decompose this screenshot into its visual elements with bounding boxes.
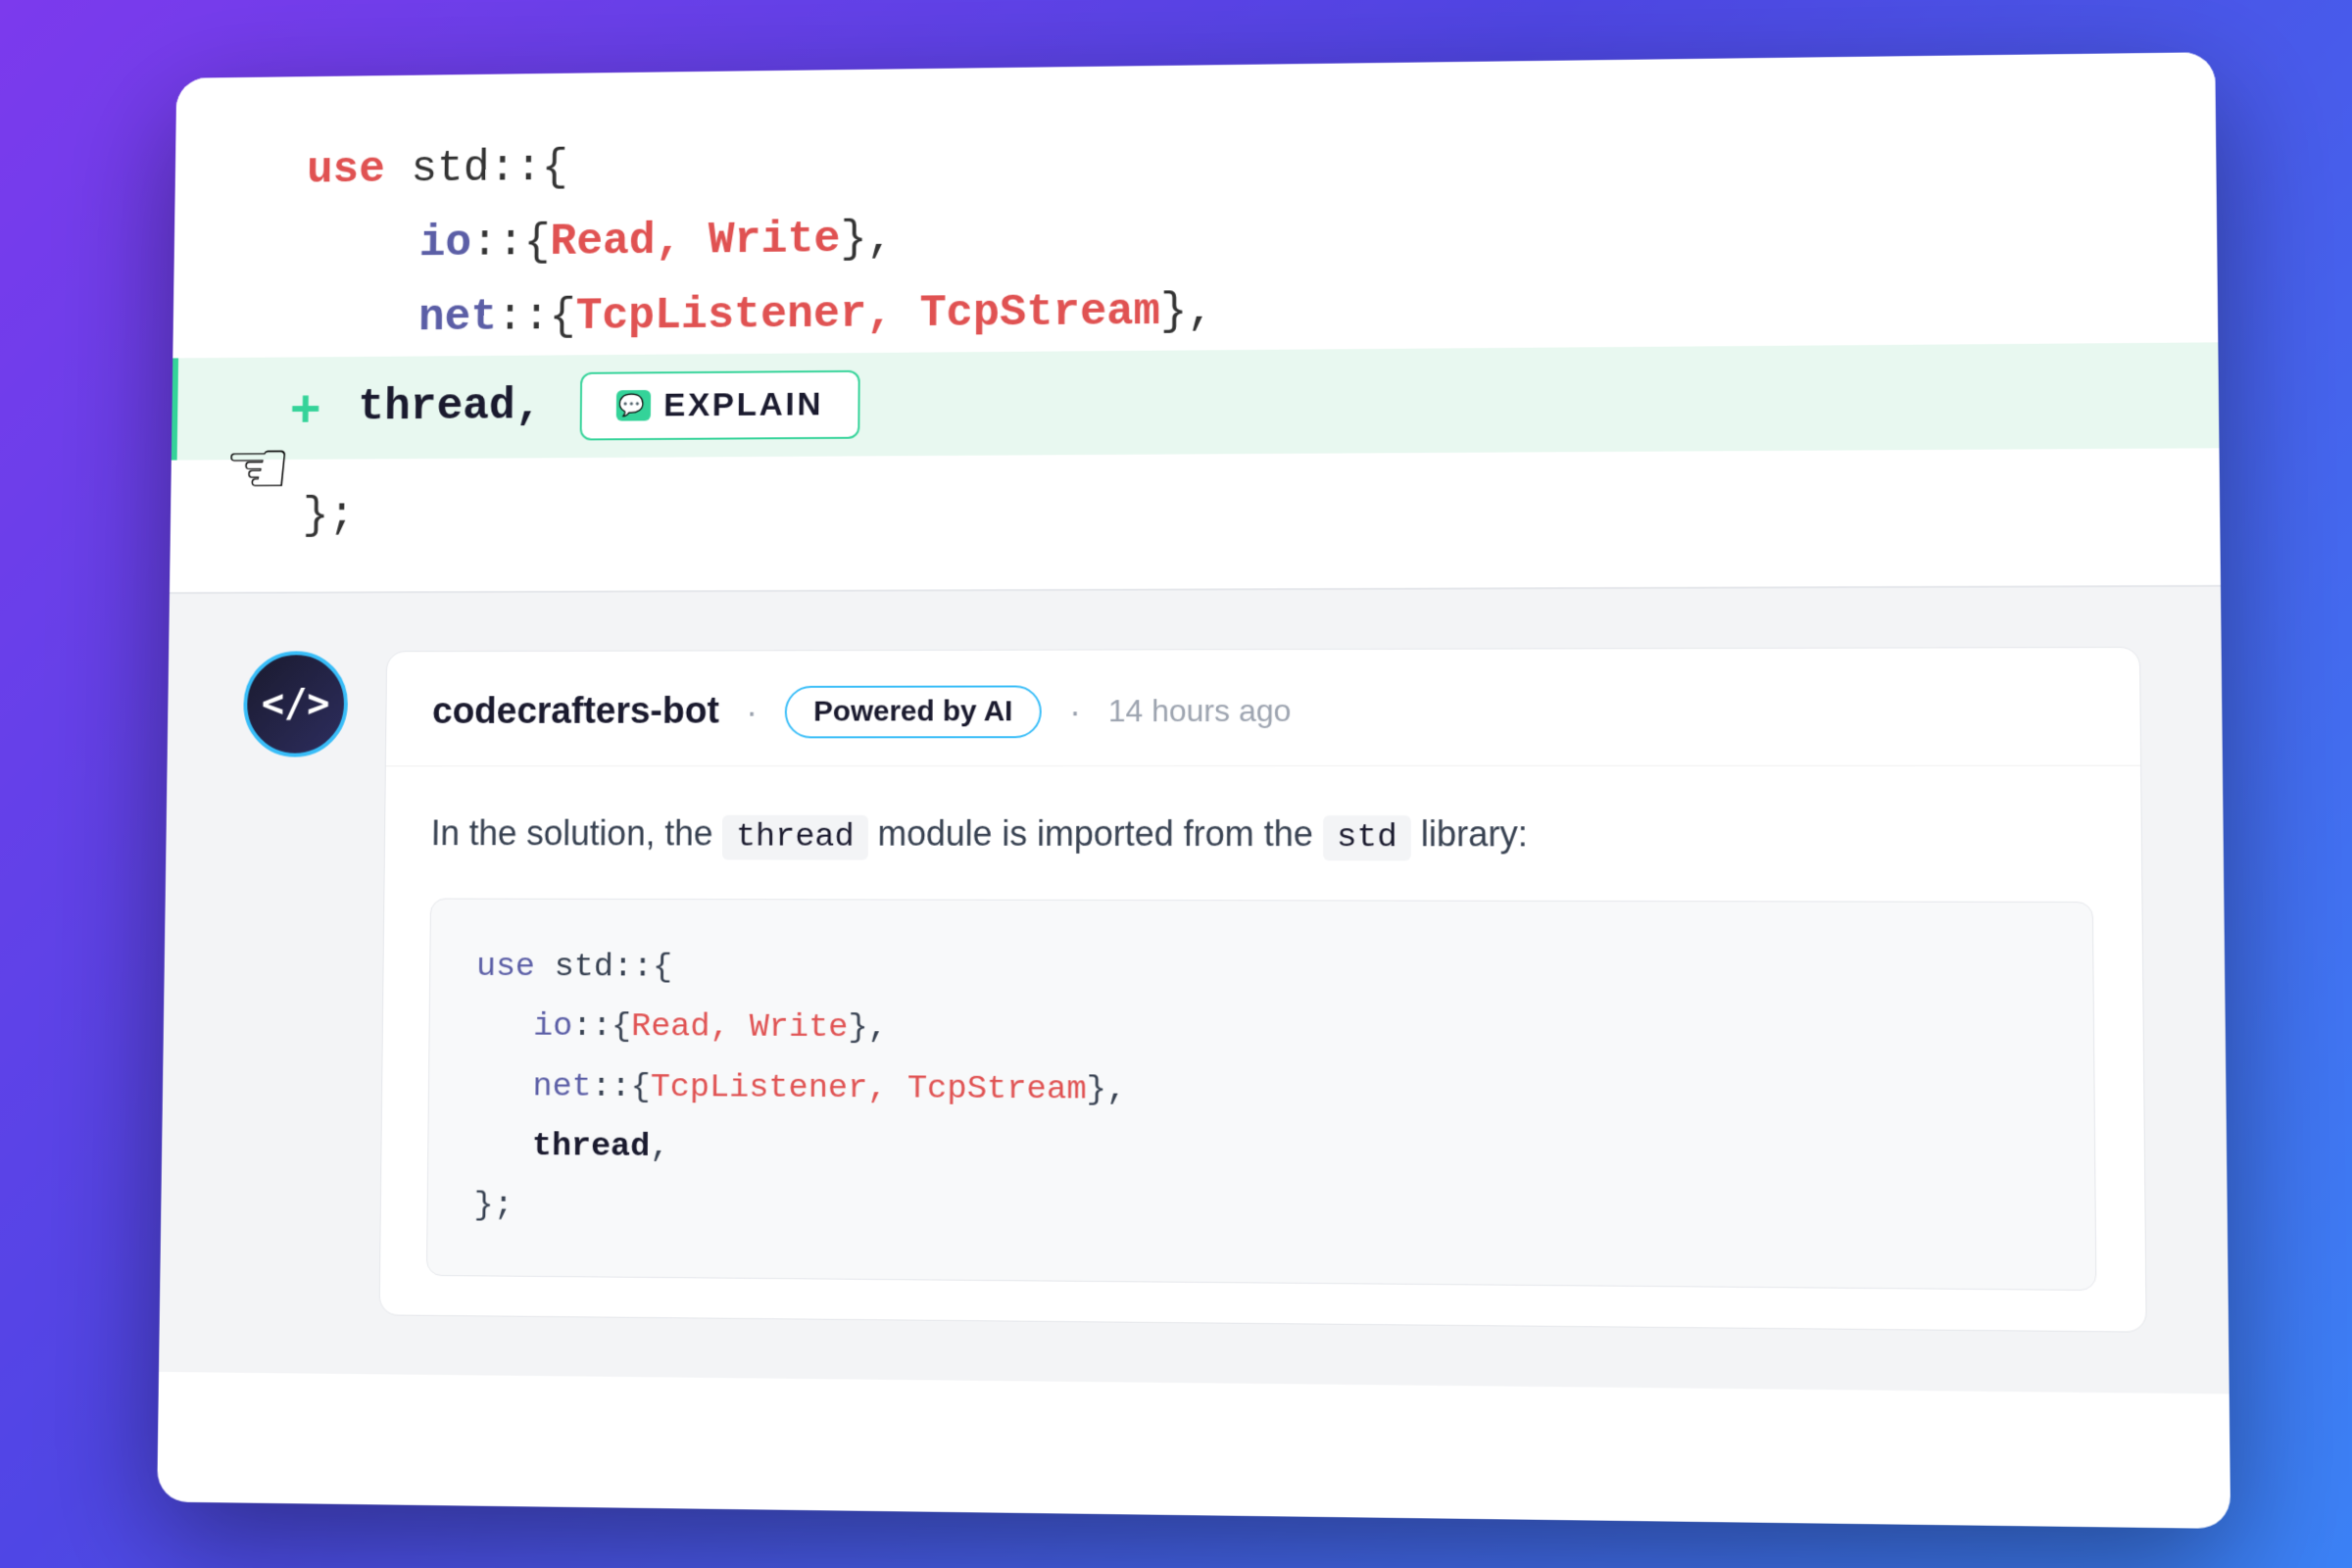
separator-dot-2: · — [1069, 691, 1081, 732]
snippet-line-4: thread, — [474, 1117, 2046, 1188]
snippet-line-2: io::{Read, Write}, — [475, 998, 2045, 1065]
separator-dot-1: · — [746, 692, 758, 733]
snippet-read-write: Read, Write — [631, 1009, 849, 1048]
snippet-net: net — [532, 1068, 591, 1105]
time-ago-label: 14 hours ago — [1108, 693, 1292, 729]
explanation-text: In the solution, the thread module is im… — [430, 805, 2092, 865]
code-tcp: TcpListener, TcpStream — [575, 287, 1160, 342]
ai-powered-badge: Powered by AI — [785, 685, 1043, 738]
code-block: use std::{ io::{Read, Write}, net::{TcpL… — [305, 113, 2078, 357]
snippet-tcp: TcpListener, TcpStream — [651, 1069, 1087, 1108]
snippet-line-5: }; — [473, 1176, 2046, 1249]
explanation-suffix: library: — [1411, 813, 1528, 854]
response-section: </> codecrafters-bot · Powered by AI · 1… — [159, 587, 2230, 1395]
chat-bubble-icon: 💬 — [615, 390, 650, 421]
snippet-thread: thread — [532, 1128, 651, 1166]
code-read-write: Read, Write — [550, 215, 841, 268]
avatar-label: </> — [261, 682, 329, 726]
snippet-io: io — [533, 1008, 572, 1046]
snippet-line-3: net::{TcpListener, TcpStream}, — [475, 1057, 2046, 1126]
diff-plus-sign: + — [290, 379, 320, 437]
explain-button-label: EXPLAIN — [663, 385, 823, 423]
closing-brace: }; — [302, 490, 355, 540]
snippet-use-keyword: use — [476, 949, 535, 986]
code-line-3: net::{TcpListener, TcpStream}, — [305, 267, 2078, 357]
code-io: io — [419, 219, 472, 269]
explanation-prefix: In the solution, the — [431, 812, 723, 853]
response-body: In the solution, the thread module is im… — [380, 765, 2146, 1331]
snippet-line-1: use std::{ — [476, 938, 2044, 1004]
code-snippet-block: use std::{ io::{Read, Write}, net::{TcpL… — [426, 899, 2097, 1291]
cursor-hand-icon: ☞ — [223, 422, 292, 512]
code-line-1-rest: std::{ — [385, 143, 568, 195]
bot-avatar: </> — [243, 651, 349, 757]
response-card: codecrafters-bot · Powered by AI · 14 ho… — [379, 647, 2147, 1333]
explanation-middle: module is imported from the — [867, 813, 1323, 854]
main-window: use std::{ io::{Read, Write}, net::{TcpL… — [157, 52, 2230, 1529]
keyword-use: use — [307, 145, 385, 195]
code-net: net — [418, 293, 498, 343]
thread-code: thread, — [358, 381, 542, 432]
explain-button[interactable]: 💬 EXPLAIN — [579, 369, 859, 440]
bot-name: codecrafters-bot — [432, 691, 719, 733]
inline-code-thread: thread — [722, 814, 868, 859]
code-closing-line: }; — [302, 449, 2079, 554]
response-header: codecrafters-bot · Powered by AI · 14 ho… — [386, 648, 2140, 766]
code-editor-section: use std::{ io::{Read, Write}, net::{TcpL… — [170, 52, 2221, 594]
inline-code-std: std — [1323, 815, 1411, 860]
highlighted-line: + thread, 💬 EXPLAIN ☞ — [172, 342, 2220, 460]
